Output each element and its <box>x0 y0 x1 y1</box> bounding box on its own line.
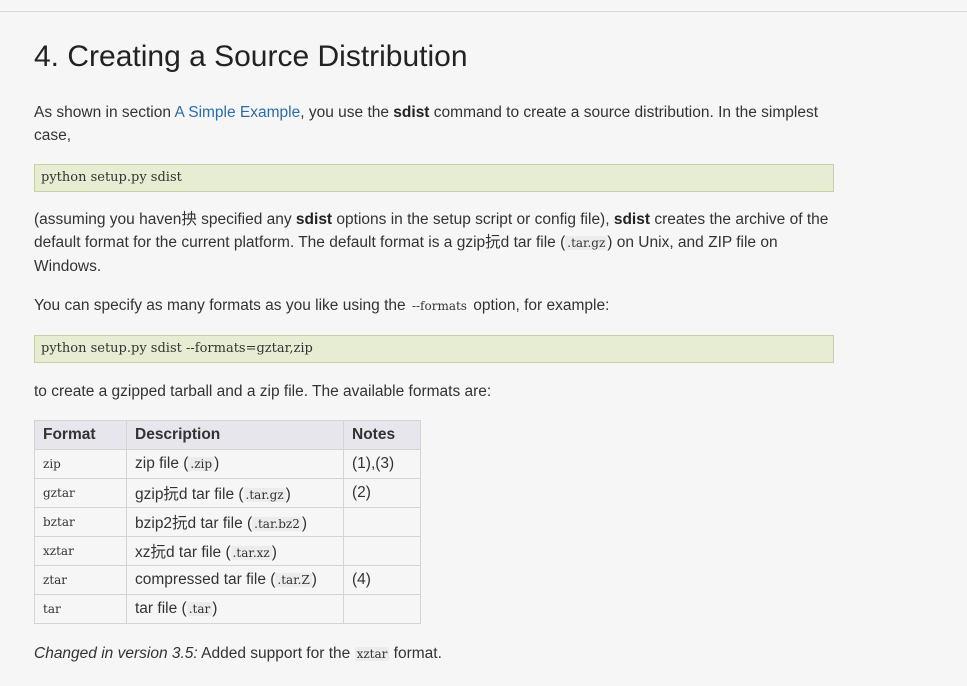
formats-table: Format Description Notes zip zip file (.… <box>34 420 421 624</box>
format-name: xztar <box>43 544 74 558</box>
close-paren: ) <box>285 486 291 503</box>
version-note: Changed in version 3.5: Added support fo… <box>34 642 836 666</box>
sdist-keyword-3: sdist <box>613 211 651 228</box>
intro-paragraph: As shown in section A Simple Example, yo… <box>34 101 836 147</box>
available-formats-paragraph: to create a gzipped tarball and a zip fi… <box>34 383 492 400</box>
description-text: bzip2抏d tar file ( <box>135 515 253 532</box>
description-text: zip file ( <box>135 455 189 472</box>
code-block-formats: python setup.py sdist --formats=gztar,zi… <box>34 335 834 363</box>
intro-text-2: , you use the <box>300 104 394 121</box>
sdist-keyword-2: sdist <box>295 211 333 228</box>
close-paren: ) <box>212 600 218 617</box>
version-note-end: format. <box>389 645 442 662</box>
close-paren: ) <box>311 571 317 588</box>
table-row: zip zip file (.zip) (1),(3) <box>34 449 421 479</box>
table-header-row: Format Description Notes <box>34 420 421 450</box>
notes-cell: (4) <box>343 565 421 595</box>
extension-code: .tar <box>186 602 213 616</box>
tar-gz-code: .tar.gz <box>565 236 608 250</box>
description-cell: xz抏d tar file (.tar.xz) <box>126 536 344 566</box>
format-cell: gztar <box>34 478 127 508</box>
version-note-text: Added support for the <box>197 645 355 662</box>
format-cell: tar <box>34 594 127 624</box>
header-description: Description <box>126 420 344 450</box>
intro-text-1: As shown in section <box>34 104 175 121</box>
notes-cell <box>343 594 421 624</box>
description-cell: tar file (.tar) <box>126 594 344 624</box>
extension-code: .tar.xz <box>230 546 272 560</box>
description-text: tar file ( <box>135 600 187 617</box>
table-row: xztar xz抏d tar file (.tar.xz) <box>34 536 421 566</box>
extension-code: .zip <box>188 457 215 471</box>
description-cell: compressed tar file (.tar.Z) <box>126 565 344 595</box>
simple-example-link[interactable]: A Simple Example <box>174 104 300 121</box>
header-format: Format <box>34 420 127 450</box>
format-cell: bztar <box>34 507 127 537</box>
sdist-keyword: sdist <box>393 104 430 121</box>
default-format-paragraph: (assuming you haven抰 specified any sdist… <box>34 208 836 278</box>
close-paren: ) <box>214 455 220 472</box>
xztar-code: xztar <box>354 647 390 661</box>
version-changed-label: Changed in version 3.5: <box>34 645 198 662</box>
table-row: gztar gzip抏d tar file (.tar.gz) (2) <box>34 478 421 508</box>
description-cell: gzip抏d tar file (.tar.gz) <box>126 478 344 508</box>
table-row: tar tar file (.tar) <box>34 594 421 624</box>
table-row: bztar bzip2抏d tar file (.tar.bz2) <box>34 507 421 537</box>
p3-text-c: option, for example: <box>468 297 610 314</box>
format-cell: xztar <box>34 536 127 566</box>
p2-text-c: options in the setup script or config fi… <box>332 211 614 228</box>
page-title: 4. Creating a Source Distribution <box>34 40 468 73</box>
description-cell: zip file (.zip) <box>126 449 344 479</box>
p2-text-a: (assuming you haven抰 specified any <box>34 211 296 228</box>
header-notes: Notes <box>343 420 421 450</box>
extension-code: .tar.bz2 <box>252 517 302 531</box>
close-paren: ) <box>271 544 277 561</box>
close-paren: ) <box>301 515 308 532</box>
description-cell: bzip2抏d tar file (.tar.bz2) <box>126 507 344 537</box>
description-text: xz抏d tar file ( <box>135 544 231 561</box>
notes-cell: (1),(3) <box>343 449 421 479</box>
notes-cell <box>343 536 421 566</box>
formats-option-code: --formats <box>411 299 467 313</box>
notes-cell: (2) <box>343 478 421 508</box>
format-name: bztar <box>43 515 75 529</box>
formats-paragraph: You can specify as many formats as you l… <box>34 294 836 318</box>
code-block-sdist: python setup.py sdist <box>34 164 834 192</box>
p3-text-a: You can specify as many formats as you l… <box>34 297 410 314</box>
format-name: gztar <box>43 486 75 500</box>
extension-code: .tar.gz <box>243 488 286 502</box>
format-name: zip <box>43 457 61 471</box>
table-row: ztar compressed tar file (.tar.Z) (4) <box>34 565 421 595</box>
top-divider <box>0 11 967 12</box>
format-name: ztar <box>43 573 68 587</box>
extension-code: .tar.Z <box>275 573 312 587</box>
format-cell: ztar <box>34 565 127 595</box>
description-text: compressed tar file ( <box>135 571 276 588</box>
format-name: tar <box>43 602 61 616</box>
notes-cell <box>343 507 421 537</box>
description-text: gzip抏d tar file ( <box>135 486 244 503</box>
format-cell: zip <box>34 449 127 479</box>
